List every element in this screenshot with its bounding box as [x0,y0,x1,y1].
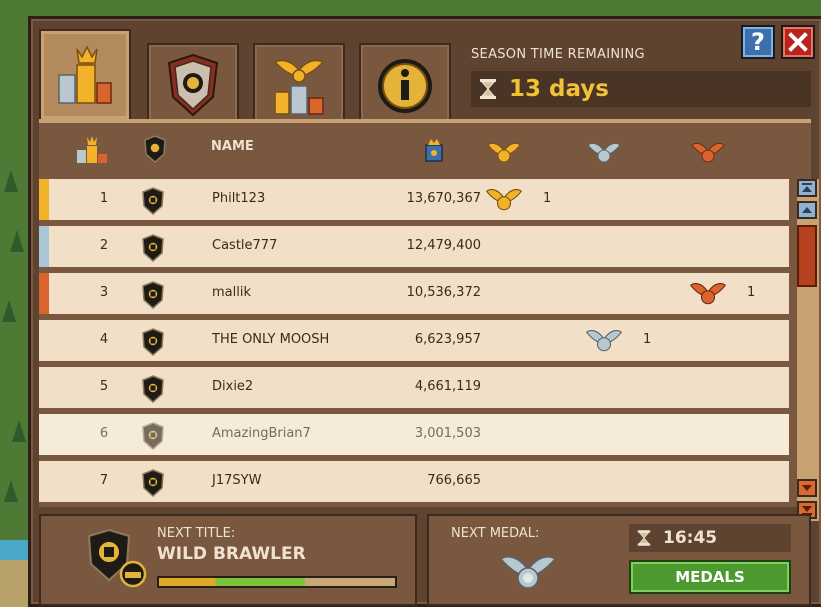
scroll-thumb[interactable] [797,225,817,287]
shield-emblem-icon [167,53,219,117]
row-rank: 2 [99,238,109,253]
row-score: 3,001,503 [414,426,481,441]
row-score: 6,623,957 [414,332,481,347]
tree-icon [2,300,16,322]
tree-icon [4,170,18,192]
winged-podium-icon [273,59,325,115]
tab-info[interactable] [359,43,451,129]
hourglass-icon [637,530,651,546]
next-title-panel: NEXT TITLE: WILD BRAWLER [39,514,417,606]
table-row[interactable]: 6 AmazingBrian7 3,001,503 [39,414,789,455]
row-player-name: Dixie2 [212,379,254,394]
silver-medal-icon [499,556,557,589]
silver-medal-icon [585,328,623,358]
bronze-medal-icon [689,281,727,311]
row-score: 13,670,367 [406,191,481,206]
hourglass-icon [480,79,496,99]
row-score: 12,479,400 [406,238,481,253]
tab-medals[interactable] [253,43,345,129]
title-badge-icon [141,422,165,454]
row-rank: 4 [99,332,109,347]
scroll-top-icon [802,183,812,192]
row-rank: 1 [99,191,109,206]
row-rank: 5 [99,379,109,394]
scroll-up-button[interactable] [797,201,817,219]
table-row[interactable]: 5 Dixie2 4,661,119 [39,367,789,408]
table-row[interactable]: 3 mallik 10,536,372 1 [39,273,789,314]
tree-icon [4,480,18,502]
table-row[interactable]: 1 Philt123 13,670,367 1 [39,179,789,220]
row-score: 766,665 [427,473,481,488]
scrollbar[interactable] [797,179,819,521]
help-button[interactable]: ? [741,25,775,59]
bronze-medal-icon [691,142,725,163]
row-medal-count: 1 [643,332,652,347]
scroll-top-button[interactable] [797,179,817,197]
timer-value: 16:45 [663,528,718,548]
scroll-down-button[interactable] [797,479,817,497]
title-progress-bar [157,576,397,588]
title-badge-icon [141,187,165,219]
gold-medal-icon [485,187,523,217]
row-player-name: mallik [212,285,251,300]
title-badge-icon [141,469,165,501]
rank-podium-icon [77,136,107,163]
medals-button[interactable]: MEDALS [629,560,791,594]
table-header: NAME [39,123,789,173]
chevron-down-icon [802,485,812,491]
row-score: 10,536,372 [406,285,481,300]
road-tile [0,560,30,607]
title-badge-icon [141,328,165,360]
tree-icon [12,420,26,442]
title-progress-fill [159,578,306,586]
title-badge-icon [141,234,165,266]
next-title-label: NEXT TITLE: [157,526,236,541]
table-row[interactable]: 4 THE ONLY MOOSH 6,623,957 1 [39,320,789,361]
season-time-label: SEASON TIME REMAINING [471,47,645,62]
table-row[interactable]: 7 J17SYW 766,665 [39,461,789,502]
row-player-name: Philt123 [212,191,266,206]
title-badge-icon [87,528,147,588]
silver-medal-icon [587,142,621,163]
next-title-value: WILD BRAWLER [157,544,306,564]
row-player-name: THE ONLY MOOSH [212,332,330,347]
row-player-name: Castle777 [212,238,278,253]
row-player-name: J17SYW [212,473,262,488]
title-badge-icon [144,135,166,163]
tab-guild[interactable] [147,43,239,129]
tree-icon [10,230,24,252]
next-medal-label: NEXT MEDAL: [451,526,540,541]
row-player-name: AmazingBrian7 [212,426,311,441]
season-time-value: 13 days [509,76,609,102]
next-medal-panel: NEXT MEDAL: 16:45 MEDALS [427,514,811,606]
leaderboard-window: SEASON TIME REMAINING 13 days ? NAME 1 P… [28,16,821,607]
season-time-box: 13 days [471,71,811,107]
close-button[interactable] [781,25,815,59]
leaderboard-table: NAME 1 Philt123 13,670,367 1 2 Castle777… [39,119,819,521]
medal-timer: 16:45 [629,524,791,552]
podium-crown-icon [58,45,112,104]
row-medal-count: 1 [543,191,552,206]
title-badge-icon [141,375,165,407]
gold-medal-icon [487,142,521,163]
close-icon [788,32,808,52]
column-name: NAME [211,139,254,154]
table-row[interactable]: 2 Castle777 12,479,400 [39,226,789,267]
score-trophy-icon [425,139,443,162]
row-medal-count: 1 [747,285,756,300]
chevron-up-icon [802,207,812,213]
row-score: 4,661,119 [414,379,481,394]
info-icon [378,59,432,113]
tab-leaderboard[interactable] [39,29,131,121]
row-rank: 7 [99,473,109,488]
title-badge-icon [141,281,165,313]
row-rank: 6 [99,426,109,441]
row-rank: 3 [99,285,109,300]
